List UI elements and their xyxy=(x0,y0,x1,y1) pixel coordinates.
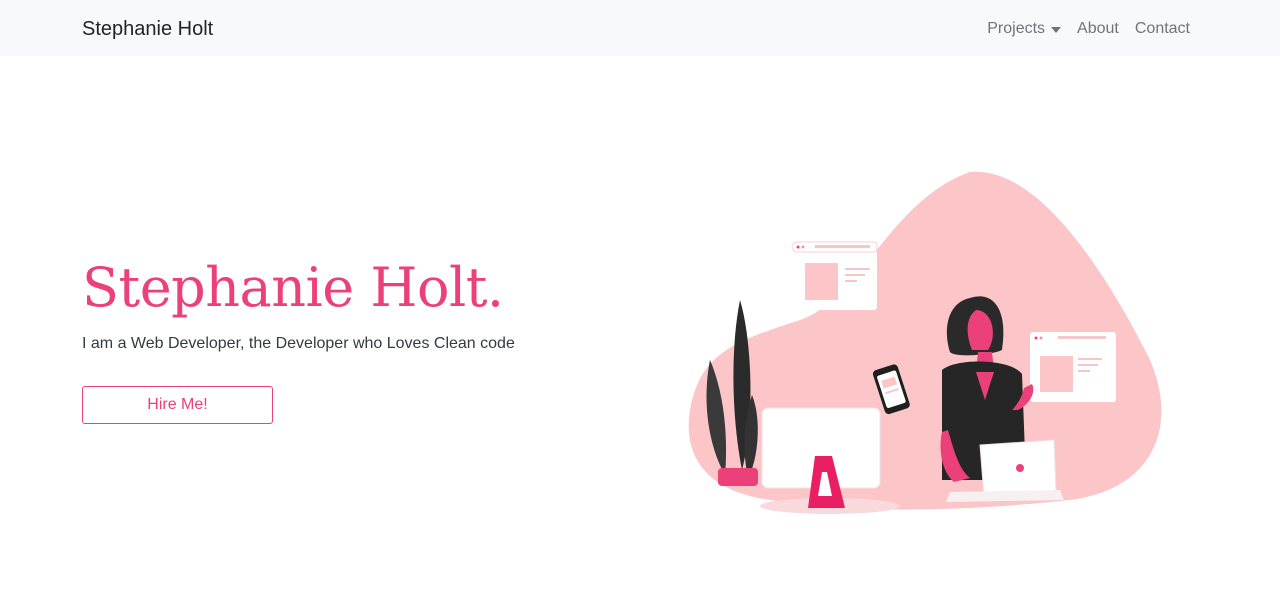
nav-about[interactable]: About xyxy=(1077,18,1119,40)
caret-down-icon xyxy=(1051,26,1062,33)
hire-me-button[interactable]: Hire Me! xyxy=(82,386,273,424)
floating-window-right xyxy=(1030,332,1116,402)
hero-illustration xyxy=(688,171,1162,514)
nav-contact[interactable]: Contact xyxy=(1135,18,1190,40)
brand-link[interactable]: Stephanie Holt xyxy=(82,16,213,42)
floating-window-top xyxy=(792,241,878,310)
hero-title: Stephanie Holt. xyxy=(82,256,504,319)
navbar: Stephanie Holt Projects About Contact xyxy=(0,0,1280,56)
hero-subtitle: I am a Web Developer, the Developer who … xyxy=(82,335,515,352)
nav-links: Projects About Contact xyxy=(987,18,1190,40)
nav-projects-label: Projects xyxy=(987,20,1046,37)
nav-projects-dropdown[interactable]: Projects xyxy=(987,18,1062,40)
